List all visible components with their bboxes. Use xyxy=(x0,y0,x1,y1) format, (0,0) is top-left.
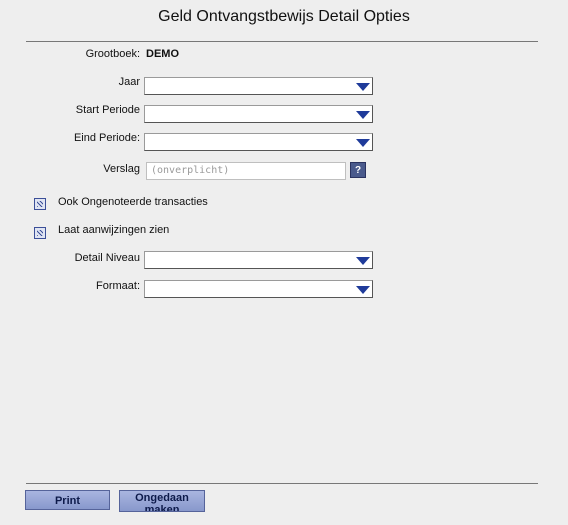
formaat-label: Formaat: xyxy=(95,280,140,292)
ongenoteerde-label: Ook Ongenoteerde transacties xyxy=(58,196,208,208)
grootboek-value: DEMO xyxy=(146,48,179,60)
aanwijzingen-checkbox[interactable] xyxy=(34,227,46,239)
verslag-label: Verslag xyxy=(103,163,140,175)
chevron-down-icon xyxy=(356,83,370,91)
top-divider xyxy=(26,41,538,42)
jaar-label: Jaar xyxy=(118,76,140,88)
start-periode-select[interactable] xyxy=(144,105,373,123)
page-title: Geld Ontvangstbewijs Detail Opties xyxy=(158,8,410,25)
verslag-input[interactable]: (onverplicht) xyxy=(146,162,346,180)
help-button[interactable]: ? xyxy=(350,162,366,178)
start-periode-label: Start Periode xyxy=(75,104,140,116)
chevron-down-icon xyxy=(356,139,370,147)
eind-periode-label: Eind Periode: xyxy=(73,132,140,144)
formaat-select[interactable] xyxy=(144,280,373,298)
detail-niveau-select[interactable] xyxy=(144,251,373,269)
ongenoteerde-checkbox[interactable] xyxy=(34,198,46,210)
jaar-select[interactable] xyxy=(144,77,373,95)
aanwijzingen-label: Laat aanwijzingen zien xyxy=(58,224,170,236)
grootboek-label: Grootboek: xyxy=(85,48,140,60)
bottom-divider xyxy=(26,483,538,484)
print-button[interactable]: Print xyxy=(25,490,110,510)
chevron-down-icon xyxy=(356,111,370,119)
detail-niveau-label: Detail Niveau xyxy=(74,252,140,264)
undo-button[interactable]: Ongedaan maken xyxy=(119,490,205,512)
chevron-down-icon xyxy=(356,286,370,294)
eind-periode-select[interactable] xyxy=(144,133,373,151)
chevron-down-icon xyxy=(356,257,370,265)
